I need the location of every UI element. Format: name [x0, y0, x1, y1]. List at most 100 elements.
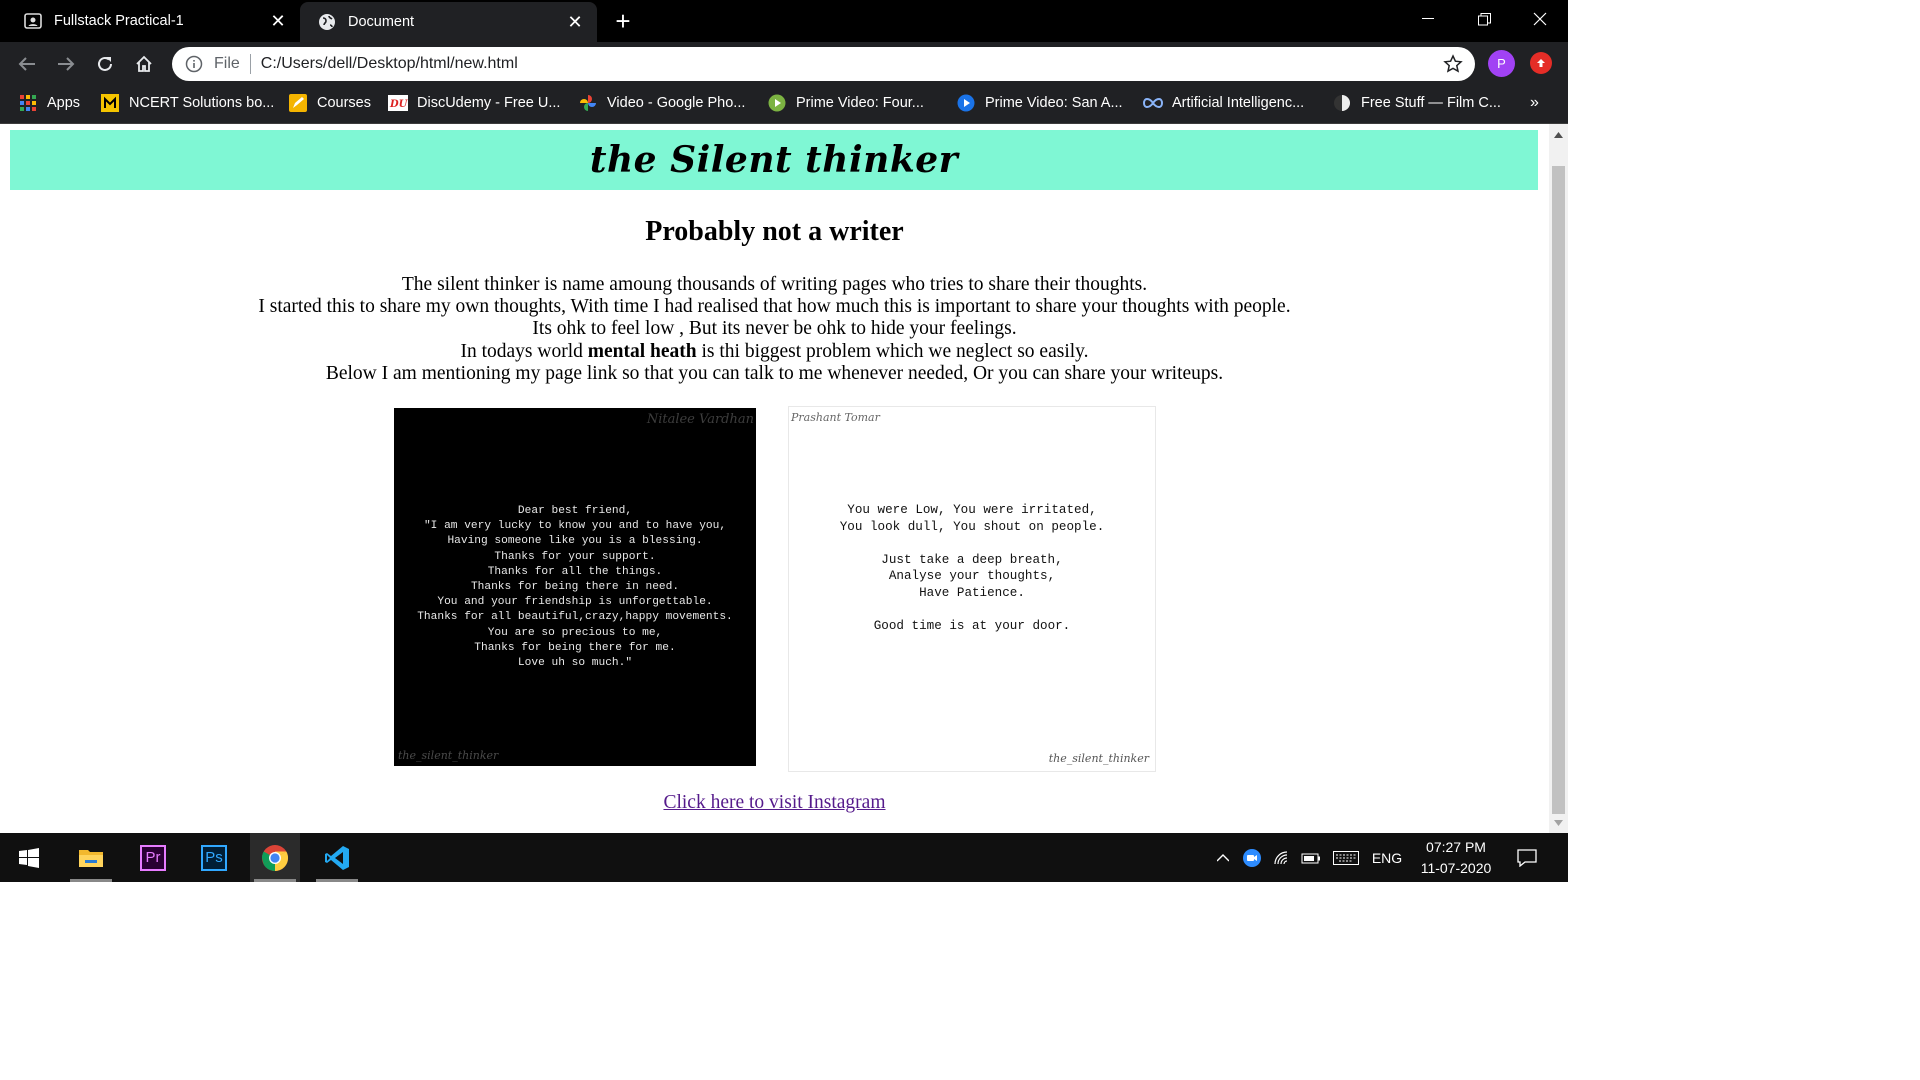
- tab-close-icon[interactable]: ✕: [563, 10, 587, 34]
- image-watermark: the_silent_thinker: [398, 749, 499, 762]
- info-icon[interactable]: [184, 54, 204, 74]
- back-button[interactable]: [11, 48, 43, 80]
- tab-title: Document: [348, 14, 415, 30]
- instagram-link-container: Click here to visit Instagram: [0, 792, 1549, 814]
- bookmark-label: Artificial Intelligenc...: [1172, 95, 1305, 111]
- paragraph-line: In todays world mental heath is thi bigg…: [0, 341, 1549, 363]
- globe-icon: [318, 13, 336, 31]
- bookmarks-overflow-button[interactable]: »: [1530, 86, 1539, 120]
- instagram-link[interactable]: Click here to visit Instagram: [663, 792, 885, 813]
- bookmark-artificial-intelligence[interactable]: Artificial Intelligenc...: [1143, 86, 1304, 120]
- active-indicator: [254, 879, 296, 882]
- site-header: the Silent thinker: [10, 130, 1538, 190]
- page-viewport: the Silent thinker Probably not a writer…: [0, 124, 1549, 833]
- language-indicator[interactable]: ENG: [1368, 833, 1406, 882]
- ncert-icon: [100, 93, 120, 113]
- bookmark-prime-video-four[interactable]: Prime Video: Four...: [767, 86, 924, 120]
- image-watermark: the_silent_thinker: [1048, 752, 1149, 765]
- tab-title: Fullstack Practical-1: [54, 13, 184, 29]
- paragraph-line: Its ohk to feel low , But its never be o…: [532, 318, 1017, 340]
- tab-fullstack-practical[interactable]: Fullstack Practical-1 ✕: [0, 0, 300, 42]
- premiere-label: Pr: [140, 844, 166, 871]
- bookmark-courses[interactable]: Courses: [288, 86, 371, 120]
- site-logo: the Silent thinker: [589, 139, 959, 181]
- half-moon-icon: [1332, 93, 1352, 113]
- pencil-icon: [288, 93, 308, 113]
- intro-paragraph: The silent thinker is name amoung thousa…: [0, 274, 1549, 385]
- quote-text: Dear best friend, "I am very lucky to kn…: [417, 505, 733, 670]
- update-icon[interactable]: [1530, 52, 1552, 74]
- minimize-icon[interactable]: [1400, 0, 1456, 38]
- bookmark-label: Video - Google Pho...: [607, 95, 746, 111]
- reload-button[interactable]: [89, 48, 121, 80]
- bookmark-label: Courses: [317, 95, 371, 111]
- bookmark-label: Prime Video: San A...: [985, 95, 1123, 111]
- profile-card-icon: [24, 12, 42, 30]
- bookmarks-bar: Apps NCERT Solutions bo... Courses DU Di…: [0, 86, 1568, 124]
- bookmark-ncert[interactable]: NCERT Solutions bo...: [100, 86, 274, 120]
- clock-time: 07:27 PM: [1426, 839, 1486, 855]
- apps-grid-icon: [18, 93, 38, 113]
- home-button[interactable]: [128, 48, 160, 80]
- tab-close-icon[interactable]: ✕: [266, 9, 290, 33]
- system-clock[interactable]: 07:27 PM 11-07-2020: [1410, 837, 1502, 879]
- forward-button[interactable]: [50, 48, 82, 80]
- google-photos-icon: [578, 93, 598, 113]
- active-indicator: [316, 879, 358, 882]
- quote-image-deep-breath: Prashant Tomar You were Low, You were ir…: [788, 406, 1156, 772]
- file-explorer-icon[interactable]: [66, 833, 116, 882]
- page-heading: Probably not a writer: [645, 216, 904, 247]
- bookmark-label: Free Stuff — Film C...: [1361, 95, 1501, 111]
- paragraph-line: I started this to share my own thoughts,…: [258, 296, 1291, 318]
- image-signature: Nitalee Vardhan: [646, 412, 754, 427]
- divider: [249, 54, 251, 74]
- bookmark-label: Apps: [47, 95, 81, 111]
- battery-icon[interactable]: [1298, 833, 1324, 882]
- tab-document[interactable]: Document ✕: [300, 2, 597, 42]
- infinity-icon: [1143, 93, 1163, 113]
- scroll-up-arrow-icon[interactable]: [1549, 126, 1568, 143]
- text: is thi biggest problem which we neglect …: [696, 340, 1089, 362]
- bold-text: mental heath: [587, 340, 697, 362]
- paragraph-line: The silent thinker is name amoung thousa…: [401, 274, 1148, 295]
- discudemy-icon: DU: [388, 93, 408, 113]
- profile-avatar[interactable]: P: [1488, 50, 1515, 77]
- windows-start-icon[interactable]: [4, 833, 54, 882]
- bookmark-discudemy[interactable]: DU DiscUdemy - Free U...: [388, 86, 560, 120]
- bookmark-google-photos[interactable]: Video - Google Pho...: [578, 86, 745, 120]
- bookmark-free-stuff[interactable]: Free Stuff — Film C...: [1332, 86, 1501, 120]
- scroll-down-arrow-icon[interactable]: [1549, 814, 1568, 831]
- play-icon: [956, 93, 976, 113]
- bookmark-star-icon[interactable]: [1441, 52, 1465, 76]
- address-bar[interactable]: File C:/Users/dell/Desktop/html/new.html: [172, 47, 1475, 81]
- photoshop-icon[interactable]: Ps: [189, 833, 239, 882]
- restore-icon[interactable]: [1456, 0, 1512, 38]
- page-scrollbar[interactable]: [1549, 124, 1568, 833]
- clock-date: 11-07-2020: [1420, 860, 1492, 876]
- show-hidden-icons-icon[interactable]: [1212, 833, 1234, 882]
- scrollbar-thumb[interactable]: [1552, 166, 1565, 814]
- windows-taskbar: Pr Ps ENG 07:27 PM 11-07-2020: [0, 833, 1568, 882]
- quote-text: You were Low, You were irritated, You lo…: [839, 503, 1105, 634]
- bookmark-label: NCERT Solutions bo...: [129, 95, 275, 111]
- close-window-icon[interactable]: [1512, 0, 1568, 38]
- text: In todays world: [460, 340, 588, 362]
- browser-toolbar: File C:/Users/dell/Desktop/html/new.html…: [0, 42, 1568, 86]
- vscode-icon[interactable]: [312, 833, 362, 882]
- chrome-icon[interactable]: [250, 833, 300, 882]
- bookmark-label: DiscUdemy - Free U...: [417, 95, 561, 111]
- new-tab-button[interactable]: +: [608, 6, 638, 36]
- play-icon: [767, 93, 787, 113]
- action-center-icon[interactable]: [1512, 833, 1542, 882]
- premiere-pro-icon[interactable]: Pr: [128, 833, 178, 882]
- svg-text:DU: DU: [389, 99, 408, 110]
- keyboard-icon[interactable]: [1330, 833, 1362, 882]
- image-signature: Prashant Tomar: [791, 411, 880, 424]
- url-text[interactable]: C:/Users/dell/Desktop/html/new.html: [261, 55, 1441, 73]
- photoshop-label: Ps: [201, 844, 227, 871]
- zoom-icon[interactable]: [1240, 833, 1264, 882]
- bookmark-apps[interactable]: Apps: [18, 86, 80, 120]
- bookmark-prime-video-san[interactable]: Prime Video: San A...: [956, 86, 1123, 120]
- paragraph-line: Below I am mentioning my page link so th…: [325, 362, 1224, 384]
- wifi-icon[interactable]: [1270, 833, 1296, 882]
